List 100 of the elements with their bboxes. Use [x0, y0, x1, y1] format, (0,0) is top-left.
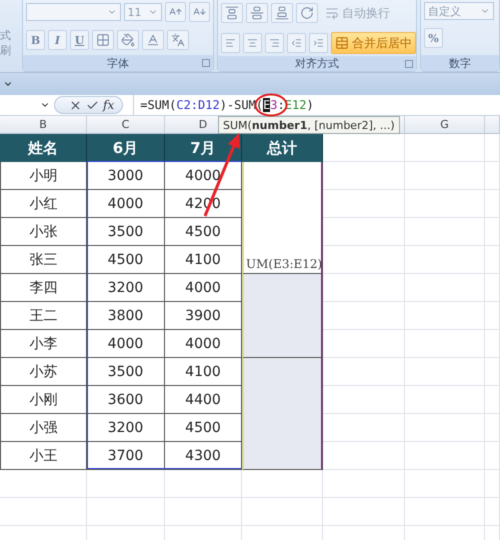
percent-button[interactable]: % — [424, 28, 443, 48]
empty-cell[interactable] — [323, 498, 405, 526]
wrap-text-icon — [325, 6, 339, 20]
font-size-field[interactable]: 11 — [124, 3, 162, 21]
empty-cell[interactable] — [405, 414, 485, 442]
group-label: 数字 — [449, 56, 471, 70]
increase-indent-button[interactable] — [309, 33, 328, 53]
underline-button[interactable]: U — [70, 30, 89, 50]
orientation-button[interactable] — [296, 3, 318, 23]
empty-cell[interactable] — [485, 358, 500, 386]
empty-cell[interactable] — [323, 414, 405, 442]
empty-cell[interactable] — [405, 190, 485, 218]
empty-cell[interactable] — [485, 218, 500, 246]
bold-button[interactable]: B — [26, 30, 45, 50]
empty-cell[interactable] — [405, 274, 485, 302]
table-cell: 3800 — [87, 302, 165, 330]
empty-cell[interactable] — [405, 498, 485, 526]
group-label: 对齐方式 — [295, 56, 339, 71]
font-name-field[interactable] — [26, 3, 121, 21]
column-header[interactable]: C — [87, 116, 165, 134]
align-bottom-button[interactable] — [271, 3, 293, 23]
group-label: 字体 — [107, 56, 129, 70]
empty-cell[interactable] — [323, 246, 405, 274]
align-center-button[interactable] — [243, 33, 262, 53]
column-header[interactable] — [485, 116, 500, 134]
rotate-icon — [300, 6, 314, 20]
empty-cell[interactable] — [405, 330, 485, 358]
align-middle-button[interactable] — [246, 3, 268, 23]
empty-cell[interactable] — [165, 498, 242, 526]
phonetic-button[interactable] — [167, 30, 189, 50]
column-header[interactable]: G — [405, 116, 485, 134]
table-cell: 3500 — [87, 358, 165, 386]
table-cell: 小红 — [0, 190, 87, 218]
number-format-field[interactable]: 自定义 — [424, 2, 494, 20]
empty-cell[interactable] — [405, 470, 485, 498]
empty-cell[interactable] — [323, 330, 405, 358]
empty-cell[interactable] — [323, 190, 405, 218]
grow-font-button[interactable] — [164, 2, 186, 22]
dialog-launcher-icon[interactable] — [202, 59, 210, 67]
empty-cell[interactable] — [485, 498, 500, 526]
empty-cell[interactable] — [485, 442, 500, 470]
enter-icon[interactable] — [86, 98, 99, 112]
empty-cell[interactable] — [485, 302, 500, 330]
dialog-launcher-icon[interactable] — [405, 60, 413, 68]
align-top-button[interactable] — [221, 3, 243, 23]
table-cell: 3200 — [87, 274, 165, 302]
fill-color-button[interactable] — [117, 30, 139, 50]
insert-function-button[interactable]: fx — [103, 98, 114, 112]
empty-cell[interactable] — [323, 470, 405, 498]
cancel-icon[interactable] — [69, 98, 82, 112]
empty-cell[interactable] — [242, 470, 323, 498]
italic-button[interactable]: I — [48, 30, 67, 50]
align-right-button[interactable] — [265, 33, 284, 53]
empty-cell[interactable] — [405, 134, 485, 162]
empty-cell[interactable] — [405, 246, 485, 274]
empty-cell[interactable] — [0, 498, 87, 526]
empty-cell[interactable] — [323, 442, 405, 470]
empty-cell[interactable] — [323, 302, 405, 330]
empty-cell[interactable] — [485, 470, 500, 498]
font-color-icon — [146, 33, 160, 47]
empty-cell[interactable] — [405, 442, 485, 470]
empty-cell[interactable] — [0, 470, 87, 498]
font-color-button[interactable] — [142, 30, 164, 50]
empty-cell[interactable] — [405, 218, 485, 246]
empty-cell[interactable] — [165, 470, 242, 498]
empty-cell[interactable] — [323, 386, 405, 414]
align-left-button[interactable] — [221, 33, 240, 53]
empty-cell[interactable] — [485, 162, 500, 190]
table-cell: 张三 — [0, 246, 87, 274]
shrink-font-button[interactable] — [188, 2, 210, 22]
table-cell: 小李 — [0, 330, 87, 358]
empty-cell[interactable] — [87, 498, 165, 526]
empty-cell[interactable] — [405, 358, 485, 386]
empty-cell[interactable] — [87, 470, 165, 498]
empty-cell[interactable] — [323, 358, 405, 386]
empty-cell[interactable] — [323, 162, 405, 190]
merge-center-button[interactable]: 合并后居中 — [331, 32, 416, 54]
empty-cell[interactable] — [485, 274, 500, 302]
table-cell: 3200 — [87, 414, 165, 442]
empty-cell[interactable] — [485, 246, 500, 274]
empty-cell[interactable] — [405, 162, 485, 190]
empty-cell[interactable] — [485, 414, 500, 442]
empty-cell[interactable] — [405, 386, 485, 414]
border-button[interactable] — [92, 30, 114, 50]
table-cell: 3700 — [87, 442, 165, 470]
align-bottom-icon — [275, 6, 289, 20]
table-cell: 3600 — [87, 386, 165, 414]
empty-cell[interactable] — [323, 274, 405, 302]
decrease-indent-button[interactable] — [287, 33, 306, 53]
empty-cell[interactable] — [485, 190, 500, 218]
empty-cell[interactable] — [405, 302, 485, 330]
table-cell: 李四 — [0, 274, 87, 302]
empty-cell[interactable] — [242, 498, 323, 526]
table-cell: 3000 — [87, 162, 165, 190]
empty-cell[interactable] — [323, 218, 405, 246]
column-header[interactable]: B — [0, 116, 87, 134]
empty-cell[interactable] — [485, 386, 500, 414]
wrap-text-button[interactable]: 自动换行 — [321, 2, 394, 24]
empty-cell[interactable] — [485, 330, 500, 358]
format-painter-label[interactable]: 式刷 — [0, 28, 19, 58]
